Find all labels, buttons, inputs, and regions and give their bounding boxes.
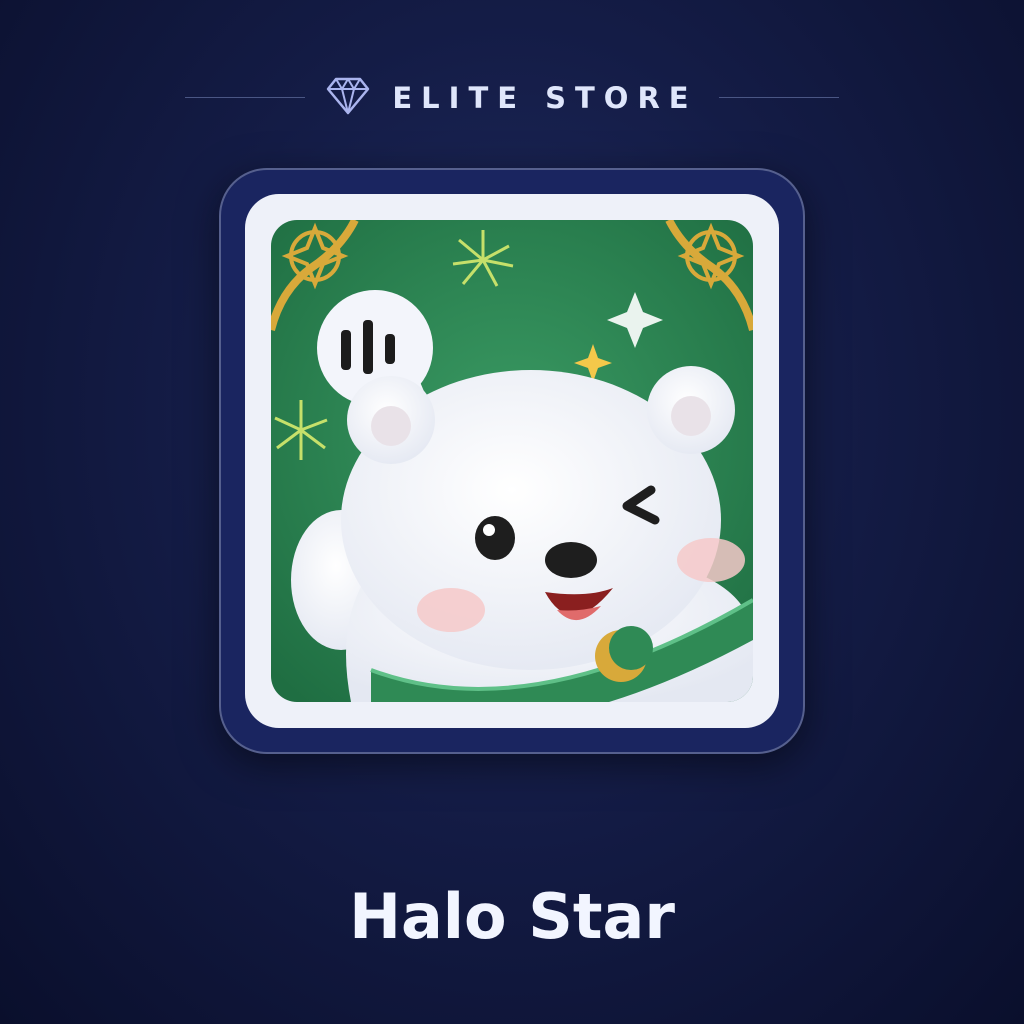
diamond-icon [326, 76, 370, 120]
product-image-frame[interactable] [219, 168, 805, 754]
brand-name: ELITE STORE [392, 81, 698, 115]
store-header: ELITE STORE [0, 70, 1024, 126]
product-image-inner-frame [245, 194, 779, 728]
polar-bear-app-icon [271, 220, 753, 702]
brand: ELITE STORE [326, 76, 697, 120]
header-divider-left [185, 97, 305, 98]
product-name: Halo Star [349, 880, 675, 953]
header-divider-right [719, 97, 839, 98]
